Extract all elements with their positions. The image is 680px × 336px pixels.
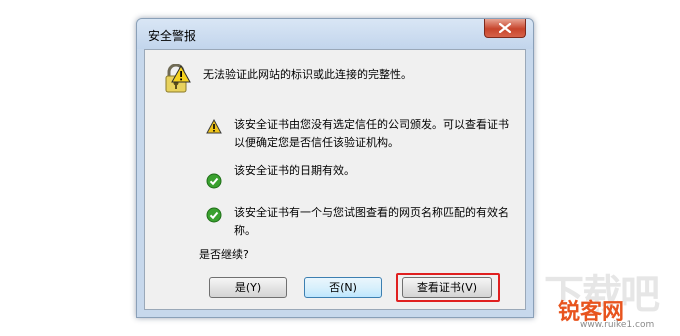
header-message: 无法验证此网站的标识或此连接的完整性。: [203, 68, 412, 81]
check-icon: [206, 173, 222, 193]
dialog-title: 安全警报: [148, 29, 197, 43]
item-name-match-text: 该安全证书有一个与您试图查看的网页名称匹配的有效名称。: [234, 206, 509, 237]
close-icon: [499, 23, 511, 33]
no-button[interactable]: 否(N): [304, 277, 382, 298]
check-icon: [206, 207, 222, 227]
security-alert-dialog: 安全警报 无法验证此网站的标识或此连接的完整性。 该安全证书由您没有选定信任的公…: [136, 18, 534, 318]
view-certificate-button[interactable]: 查看证书(V): [402, 277, 492, 298]
item-warning-text: 该安全证书由您没有选定信任的公司颁发。可以查看证书以便确定您是否信任该验证机构。: [234, 118, 509, 149]
watermark-url: www.ruike1.com: [580, 320, 655, 330]
yes-button[interactable]: 是(Y): [209, 277, 287, 298]
item-date-valid-text: 该安全证书的日期有效。: [234, 164, 355, 177]
security-lock-icon: [163, 63, 191, 100]
close-button[interactable]: [484, 19, 526, 38]
continue-question: 是否继续?: [199, 248, 249, 261]
dialog-body: 无法验证此网站的标识或此连接的完整性。 该安全证书由您没有选定信任的公司颁发。可…: [144, 49, 526, 310]
warning-icon: [206, 118, 222, 138]
title-bar[interactable]: 安全警报: [137, 19, 533, 49]
